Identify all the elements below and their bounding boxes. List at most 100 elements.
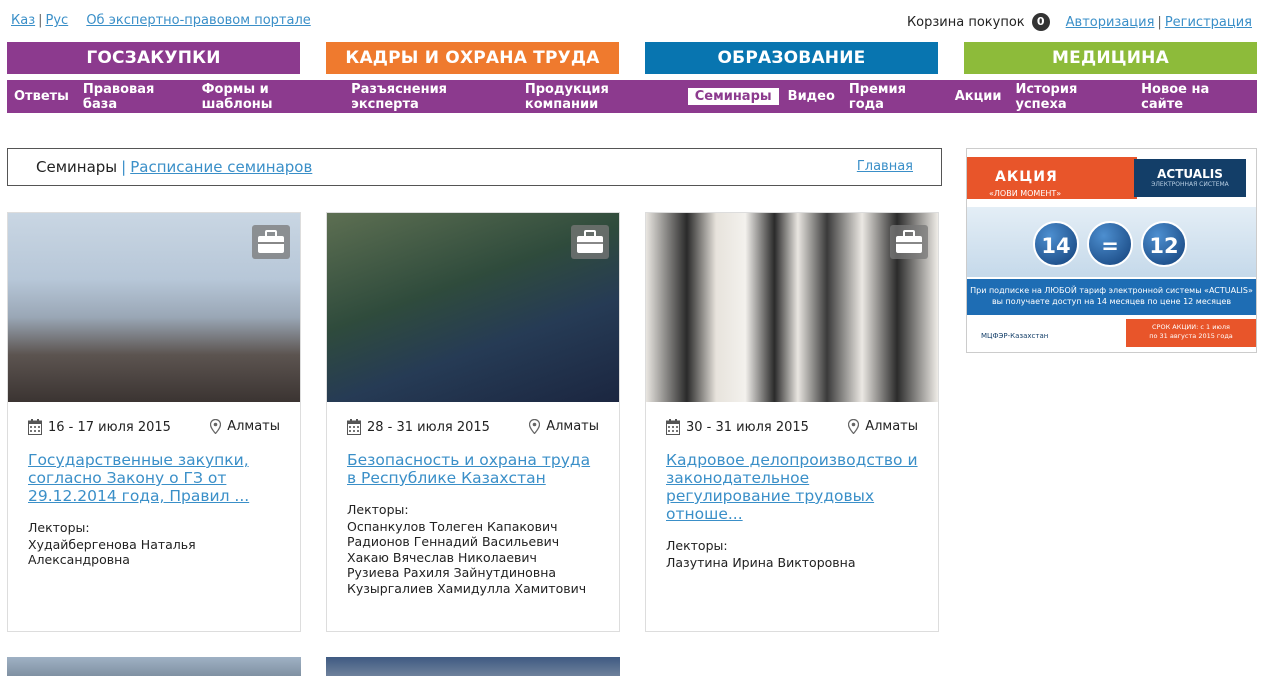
- promo-title: АКЦИЯ: [995, 169, 1058, 185]
- briefcase-badge: [890, 225, 928, 259]
- nav-item-promos[interactable]: Акции: [948, 88, 1009, 105]
- brand-subtitle: ЭЛЕКТРОННАЯ СИСТЕМА: [1151, 181, 1229, 188]
- lecturer-name: Худайбергенова Наталья Александровна: [28, 536, 196, 568]
- category-obrazovanie[interactable]: ОБРАЗОВАНИЕ: [645, 42, 938, 74]
- about-portal-link[interactable]: Об экспертно-правовом портале: [86, 13, 310, 28]
- seminar-date-text: 30 - 31 июля 2015: [686, 419, 809, 435]
- seminar-title-link[interactable]: Безопасность и охрана труда в Республике…: [347, 451, 599, 487]
- briefcase-icon: [577, 230, 603, 253]
- actualis-logo: ACTUALIS ЭЛЕКТРОННАЯ СИСТЕМА: [1134, 159, 1246, 197]
- login-link[interactable]: Авторизация: [1066, 15, 1155, 30]
- nav-item-award[interactable]: Премия года: [842, 81, 948, 113]
- lecturers-label: Лекторы:: [28, 520, 90, 535]
- seminar-title-link[interactable]: Государственные закупки, согласно Закону…: [28, 451, 280, 505]
- seminar-place-text: Алматы: [865, 419, 918, 434]
- main-nav: Ответы Правовая база Формы и шаблоны Раз…: [7, 80, 1257, 113]
- category-kadry[interactable]: КАДРЫ И ОХРАНА ТРУДА: [326, 42, 619, 74]
- seminar-place: Алматы: [848, 419, 918, 434]
- seminar-lecturers: Лекторы: Оспанкулов Толеген Капакович Ра…: [347, 502, 609, 596]
- promo-period-line: по 31 августа 2015 года: [1149, 332, 1233, 340]
- lecturer-name: Рузиева Рахиля Зайнутдиновна: [347, 565, 557, 580]
- breadcrumb: Семинары | Расписание семинаров Главная: [7, 148, 942, 186]
- lecturers-label: Лекторы:: [666, 538, 728, 553]
- briefcase-badge: [252, 225, 290, 259]
- seminar-date: 30 - 31 июля 2015: [666, 419, 809, 435]
- promo-text-line: При подписке на ЛЮБОЙ тариф электронной …: [970, 286, 1253, 295]
- calendar-icon: [28, 419, 42, 435]
- seminar-place: Алматы: [529, 419, 599, 434]
- lecturers-label: Лекторы:: [347, 502, 409, 517]
- nav-item-success[interactable]: История успеха: [1009, 81, 1135, 113]
- seminar-photo[interactable]: [327, 213, 619, 402]
- seminar-lecturers: Лекторы: Лазутина Ирина Викторовна: [666, 538, 928, 570]
- top-left-links: Каз | Рус Об экспертно-правовом портале: [11, 13, 311, 28]
- seminar-date: 28 - 31 июля 2015: [347, 419, 490, 435]
- nav-item-video[interactable]: Видео: [781, 88, 842, 105]
- seminar-card[interactable]: 30 - 31 июля 2015 Алматы Кадровое делопр…: [645, 212, 939, 632]
- breadcrumb-home-link[interactable]: Главная: [857, 149, 913, 185]
- location-pin-icon: [848, 419, 860, 434]
- nav-item-answers[interactable]: Ответы: [7, 88, 76, 105]
- promo-subtitle: «ЛОВИ МОМЕНТ»: [989, 189, 1062, 198]
- lecturer-name: Кузыргалиев Хамидулла Хамитович: [347, 580, 587, 596]
- lang-kaz-link[interactable]: Каз: [11, 13, 35, 28]
- briefcase-icon: [896, 230, 922, 253]
- briefcase-icon: [258, 230, 284, 253]
- breadcrumb-schedule-link[interactable]: Расписание семинаров: [130, 158, 312, 176]
- seminar-date-text: 16 - 17 июля 2015: [48, 419, 171, 435]
- briefcase-badge: [571, 225, 609, 259]
- promo-footer: МЦФЭР-Казахстан СРОК АКЦИИ: с 1 июля по …: [967, 315, 1256, 352]
- seminar-meta: 28 - 31 июля 2015 Алматы: [347, 419, 599, 437]
- top-utility-bar: Каз | Рус Об экспертно-правовом портале Ко…: [11, 13, 1252, 31]
- nav-item-products[interactable]: Продукция компании: [518, 81, 686, 113]
- brand-name: ACTUALIS: [1157, 167, 1223, 181]
- promo-text-line: вы получаете доступ на 14 месяцев по цен…: [991, 297, 1232, 306]
- seminar-photo[interactable]: [7, 657, 301, 676]
- register-link[interactable]: Регистрация: [1165, 15, 1252, 30]
- seminar-title-link[interactable]: Кадровое делопроизводство и законодатель…: [666, 451, 918, 523]
- nav-item-legal-base[interactable]: Правовая база: [76, 81, 195, 113]
- calendar-icon: [666, 419, 680, 435]
- cart-count-badge[interactable]: 0: [1031, 13, 1050, 31]
- separator: |: [38, 13, 43, 28]
- nav-item-forms[interactable]: Формы и шаблоны: [195, 81, 344, 113]
- seminar-place-text: Алматы: [546, 419, 599, 434]
- seminar-photo[interactable]: [646, 213, 938, 402]
- seminar-card[interactable]: 16 - 17 июля 2015 Алматы Государственные…: [7, 212, 301, 632]
- breadcrumb-current: Семинары: [36, 158, 118, 176]
- lang-rus-link[interactable]: Рус: [46, 13, 69, 28]
- separator: |: [1157, 14, 1162, 30]
- promo-period-line: СРОК АКЦИИ: с 1 июля: [1152, 323, 1230, 331]
- lecturer-name: Лазутина Ирина Викторовна: [666, 554, 856, 570]
- seminar-date: 16 - 17 июля 2015: [28, 419, 171, 435]
- location-pin-icon: [210, 419, 222, 434]
- promo-text: При подписке на ЛЮБОЙ тариф электронной …: [967, 279, 1256, 315]
- promo-number: 12: [1141, 221, 1187, 267]
- separator: |: [121, 158, 127, 176]
- category-medicina[interactable]: МЕДИЦИНА: [964, 42, 1257, 74]
- nav-item-expert[interactable]: Разъяснения эксперта: [344, 81, 518, 113]
- seminar-meta: 16 - 17 июля 2015 Алматы: [28, 419, 280, 437]
- category-goszakupki[interactable]: ГОСЗАКУПКИ: [7, 42, 300, 74]
- cart-label[interactable]: Корзина покупок: [907, 15, 1025, 30]
- lecturer-name: Хакаю Вячеслав Николаевич: [347, 549, 537, 565]
- calendar-icon: [347, 419, 361, 435]
- promo-ribbon: АКЦИЯ «ЛОВИ МОМЕНТ»: [967, 157, 1137, 199]
- promo-period: СРОК АКЦИИ: с 1 июля по 31 августа 2015 …: [1126, 319, 1256, 347]
- seminar-card[interactable]: 28 - 31 июля 2015 Алматы Безопасность и …: [326, 212, 620, 632]
- seminar-photo[interactable]: [326, 657, 620, 676]
- nav-item-seminars[interactable]: Семинары: [687, 88, 779, 105]
- seminar-place-text: Алматы: [227, 419, 280, 434]
- promo-banner[interactable]: АКЦИЯ «ЛОВИ МОМЕНТ» ACTUALIS ЭЛЕКТРОННАЯ…: [966, 148, 1257, 353]
- seminar-place: Алматы: [210, 419, 280, 434]
- lecturer-name: Оспанкулов Толеген Капакович: [347, 518, 558, 534]
- promo-number: 14: [1033, 221, 1079, 267]
- seminar-meta: 30 - 31 июля 2015 Алматы: [666, 419, 918, 437]
- nav-item-new[interactable]: Новое на сайте: [1134, 81, 1257, 113]
- top-right-links: Корзина покупок 0 Авторизация | Регистраци…: [907, 13, 1252, 31]
- seminar-date-text: 28 - 31 июля 2015: [367, 419, 490, 435]
- location-pin-icon: [529, 419, 541, 434]
- promo-equals: =: [1087, 221, 1133, 267]
- seminar-photo[interactable]: [8, 213, 300, 402]
- seminar-lecturers: Лекторы: Худайбергенова Наталья Александ…: [28, 520, 290, 568]
